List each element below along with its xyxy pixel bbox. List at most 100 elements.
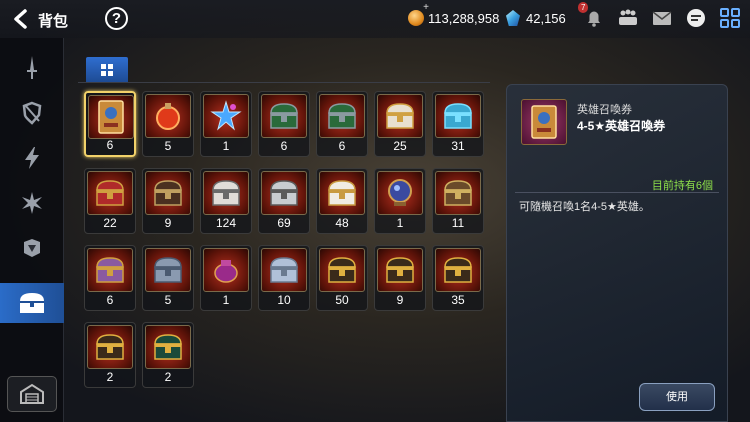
gold-white-chest-icon <box>377 94 423 138</box>
page-title: 背包 <box>38 13 69 30</box>
inventory-slot[interactable]: 124 <box>200 168 252 234</box>
inventory-slot[interactable]: 11 <box>432 168 484 234</box>
guild-members-icon[interactable] <box>616 6 640 30</box>
star-wand-icon <box>203 94 249 138</box>
owned-count: 目前持有6個 <box>651 180 713 192</box>
item-count: 1 <box>396 216 404 230</box>
inventory-slot[interactable]: 2 <box>84 322 136 388</box>
inventory-slot[interactable]: 25 <box>374 91 426 157</box>
item-count: 22 <box>103 216 117 230</box>
silver-chest-icon <box>261 171 307 215</box>
top-icons: 7 <box>578 2 742 30</box>
sidebar-item-armor[interactable] <box>0 93 64 133</box>
use-button[interactable]: 使用 <box>639 383 715 411</box>
grid-divider <box>78 82 490 83</box>
item-count: 9 <box>396 293 404 307</box>
inventory-slot[interactable]: 1 <box>200 245 252 311</box>
item-count: 31 <box>451 139 465 153</box>
inventory-slot[interactable]: 6 <box>316 91 368 157</box>
inventory-slot[interactable]: 5 <box>142 245 194 311</box>
crystal-counter[interactable]: 42,156 <box>506 10 566 26</box>
sidebar-item-material[interactable] <box>0 183 64 223</box>
notification-bell-icon[interactable]: 7 <box>578 2 606 30</box>
shield-icon <box>22 101 42 125</box>
inventory-slot[interactable]: 48 <box>316 168 368 234</box>
inventory-slot[interactable]: 31 <box>432 91 484 157</box>
tab-all-items[interactable] <box>86 57 128 83</box>
sidebar-item-equipment[interactable] <box>0 48 64 88</box>
inventory-slot[interactable]: 50 <box>316 245 368 311</box>
grid-view-icon <box>101 64 113 76</box>
item-count: 5 <box>164 139 172 153</box>
hero-summon-ticket-icon <box>88 95 134 139</box>
item-count: 6 <box>106 293 114 307</box>
white-chest-icon <box>203 171 249 215</box>
inventory-slot[interactable]: 6 <box>258 91 310 157</box>
warehouse-button[interactable] <box>7 376 57 412</box>
item-count: 6 <box>338 139 346 153</box>
gold-treasure-chest-icon <box>87 325 133 369</box>
item-count: 2 <box>164 370 172 384</box>
gold-treasure-chest-icon <box>319 248 365 292</box>
inventory-slot[interactable]: 1 <box>200 91 252 157</box>
top-bar: 背包 ? 113,288,958 42,156 7 <box>0 0 750 38</box>
gold-coin-icon <box>408 2 429 26</box>
item-count: 5 <box>164 293 172 307</box>
inventory-slot[interactable]: 5 <box>142 91 194 157</box>
crystal-amount: 42,156 <box>526 10 566 26</box>
hero-summon-ticket-icon <box>521 99 567 145</box>
red-chest-icon <box>87 171 133 215</box>
help-icon[interactable]: ? <box>105 7 128 30</box>
mail-icon[interactable] <box>650 6 674 30</box>
gold-amount: 113,288,958 <box>428 10 500 26</box>
item-count: 6 <box>106 138 114 152</box>
item-count: 48 <box>335 216 349 230</box>
item-count: 9 <box>164 216 172 230</box>
inventory-slot[interactable]: 10 <box>258 245 310 311</box>
item-count: 69 <box>277 216 291 230</box>
menu-grid-icon[interactable] <box>718 6 742 30</box>
inventory-slot[interactable]: 6 <box>84 245 136 311</box>
sidebar-item-fragment[interactable] <box>0 228 64 268</box>
panel-divider <box>515 192 719 193</box>
inventory-slot[interactable]: 9 <box>142 168 194 234</box>
category-sidebar <box>0 38 64 422</box>
inventory-slot[interactable]: 2 <box>142 322 194 388</box>
back-arrow-icon[interactable] <box>10 8 32 30</box>
purple-pot-icon <box>203 248 249 292</box>
item-count: 11 <box>451 216 465 230</box>
gold-treasure-chest-icon <box>377 248 423 292</box>
treasure-chest-icon <box>20 293 44 313</box>
inventory-slot[interactable]: 6 <box>84 91 136 157</box>
sidebar-item-chest[interactable] <box>0 283 64 323</box>
sidebar-item-rune[interactable] <box>0 138 64 178</box>
green-chest-icon <box>261 94 307 138</box>
item-description: 可隨機召喚1名4-5★英雄。 <box>519 201 650 213</box>
item-count: 1 <box>222 139 230 153</box>
item-count: 2 <box>106 370 114 384</box>
item-count: 50 <box>335 293 349 307</box>
item-detail-panel: 英雄召喚券 4-5★英雄召喚券 目前持有6個 可隨機召喚1名4-5★英雄。 使用 <box>506 84 728 422</box>
item-count: 1 <box>222 293 230 307</box>
green-gold-chest-icon <box>145 325 191 369</box>
lightning-icon <box>25 147 39 169</box>
gold-treasure-chest-icon <box>435 248 481 292</box>
item-count: 124 <box>215 216 237 230</box>
inventory-slot[interactable]: 35 <box>432 245 484 311</box>
inventory-slot[interactable]: 69 <box>258 168 310 234</box>
steel-cube-chest-icon <box>145 248 191 292</box>
item-count: 10 <box>277 293 291 307</box>
chat-icon[interactable] <box>684 6 708 30</box>
purple-cube-chest-icon <box>87 248 133 292</box>
inventory-slot[interactable]: 22 <box>84 168 136 234</box>
blue-chest-icon <box>435 94 481 138</box>
warehouse-icon <box>20 383 44 404</box>
spark-icon <box>22 192 42 214</box>
item-count: 35 <box>451 293 465 307</box>
item-count: 6 <box>280 139 288 153</box>
gold-counter[interactable]: 113,288,958 <box>408 2 500 26</box>
inventory-slot[interactable]: 1 <box>374 168 426 234</box>
white-gold-chest-icon <box>319 171 365 215</box>
red-potion-icon <box>145 94 191 138</box>
inventory-slot[interactable]: 9 <box>374 245 426 311</box>
